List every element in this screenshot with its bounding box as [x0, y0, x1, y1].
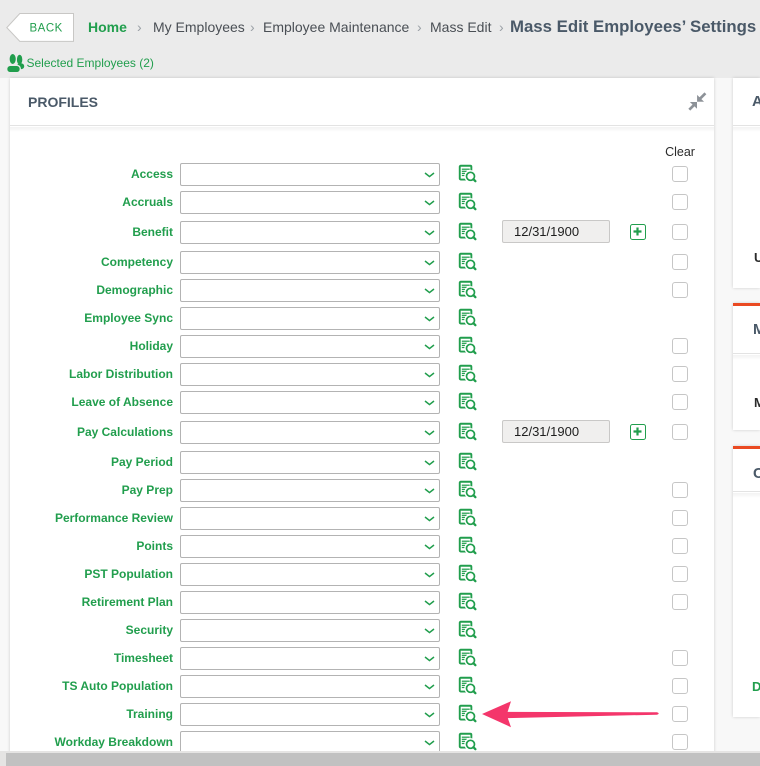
svg-text:BACK: BACK [30, 23, 63, 35]
